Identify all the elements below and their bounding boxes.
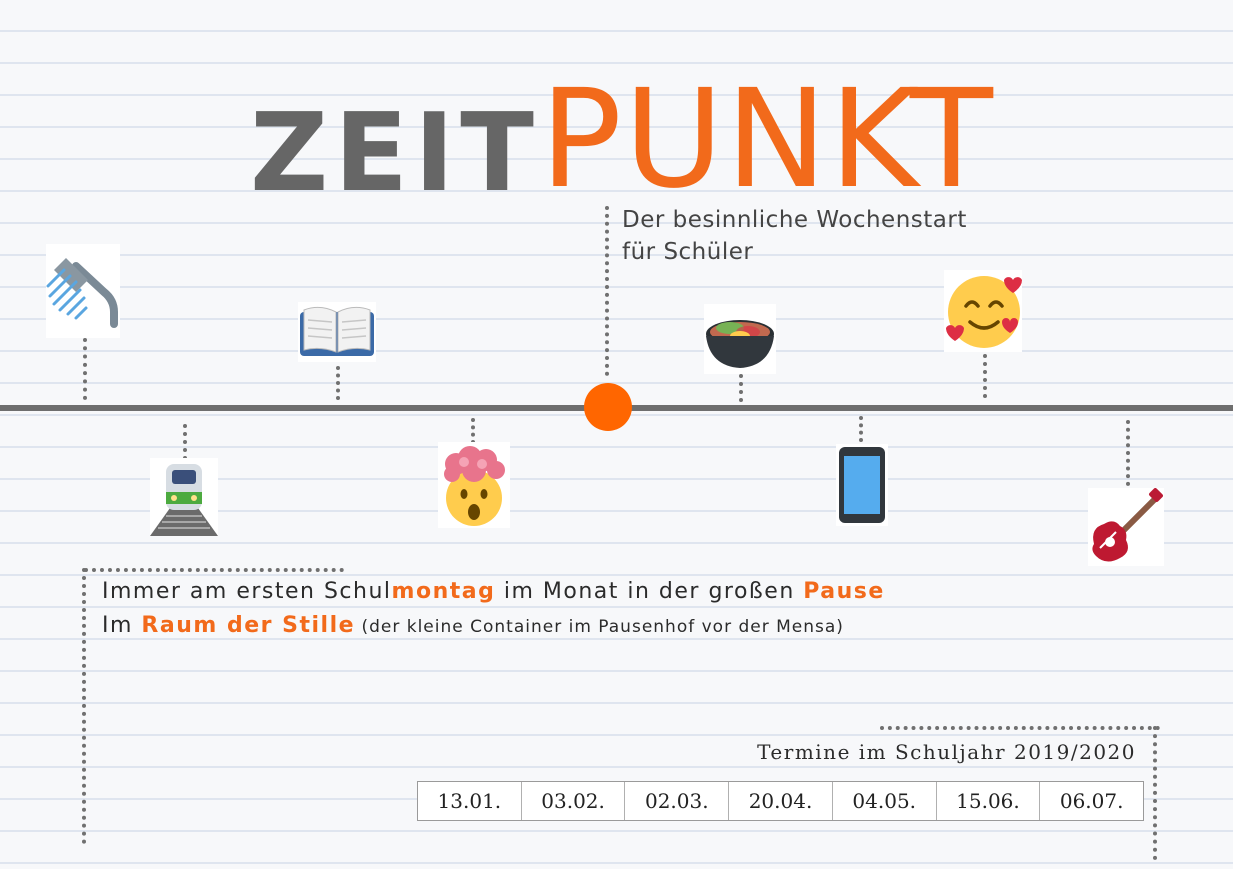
info-highlight-raum: Raum der Stille xyxy=(141,613,356,638)
info-line-2-text-a: Im xyxy=(102,613,142,638)
info-location-detail: (der kleine Container im Pausenhof vor d… xyxy=(355,617,844,637)
connector-shower xyxy=(83,338,87,400)
bowl-with-food-icon xyxy=(704,304,776,374)
info-line-1: Immer am ersten Schulmontag im Monat in … xyxy=(102,575,1102,609)
info-connector-top xyxy=(84,568,344,572)
page-title: ZEIT PUNKT xyxy=(250,72,995,216)
date-cell: 02.03. xyxy=(625,782,730,820)
schedule-dates: 13.01. 03.02. 02.03. 20.04. 04.05. 15.06… xyxy=(417,781,1144,821)
date-cell: 06.07. xyxy=(1059,789,1124,813)
info-connector-left xyxy=(82,568,86,844)
schedule-connector-top xyxy=(880,726,1160,730)
date-cell: 15.06. xyxy=(937,782,1041,820)
connector-book xyxy=(336,366,340,400)
info-line-1-text-c: im Monat in der großen xyxy=(495,579,804,604)
info-line-1-text-a: Immer am ersten Schul xyxy=(102,579,392,604)
date-cell: 04.05. xyxy=(833,782,937,820)
connector-smile xyxy=(983,354,987,398)
title-punkt: PUNKT xyxy=(539,61,995,219)
connector-train xyxy=(183,424,187,460)
flyer: ZEIT PUNKT Der besinnliche Wochenstart f… xyxy=(0,0,1233,869)
subtitle-line-1: Der besinnliche Wochenstart xyxy=(622,207,967,233)
shower-icon xyxy=(46,244,120,338)
info-highlight-pause: Pause xyxy=(803,579,885,604)
train-icon xyxy=(150,458,218,536)
info-text: Immer am ersten Schulmontag im Monat in … xyxy=(102,575,1102,644)
subtitle: Der besinnliche Wochenstart für Schüler xyxy=(622,204,1002,268)
exploding-head-icon xyxy=(438,442,510,528)
connector-phone xyxy=(859,416,863,442)
open-book-icon xyxy=(298,302,376,362)
guitar-icon xyxy=(1088,488,1164,566)
info-highlight-montag: montag xyxy=(391,579,496,604)
date-cell: 03.02. xyxy=(522,782,626,820)
subtitle-connector xyxy=(605,206,609,376)
info-line-2: Im Raum der Stille (der kleine Container… xyxy=(102,609,1102,644)
schedule-label: Termine im Schuljahr 2019/2020 xyxy=(757,740,1136,764)
title-zeit: ZEIT xyxy=(250,91,540,216)
mobile-phone-icon xyxy=(836,444,888,526)
subtitle-line-2: für Schüler xyxy=(622,239,754,265)
smiling-face-with-hearts-icon xyxy=(944,270,1022,352)
connector-mindblown xyxy=(471,418,475,444)
schedule-connector-right xyxy=(1153,726,1157,860)
timeline-marker xyxy=(584,383,632,431)
date-cell: 13.01. xyxy=(418,782,522,820)
connector-bowl xyxy=(739,374,743,402)
connector-guitar xyxy=(1126,420,1130,486)
date-cell: 20.04. xyxy=(729,782,833,820)
